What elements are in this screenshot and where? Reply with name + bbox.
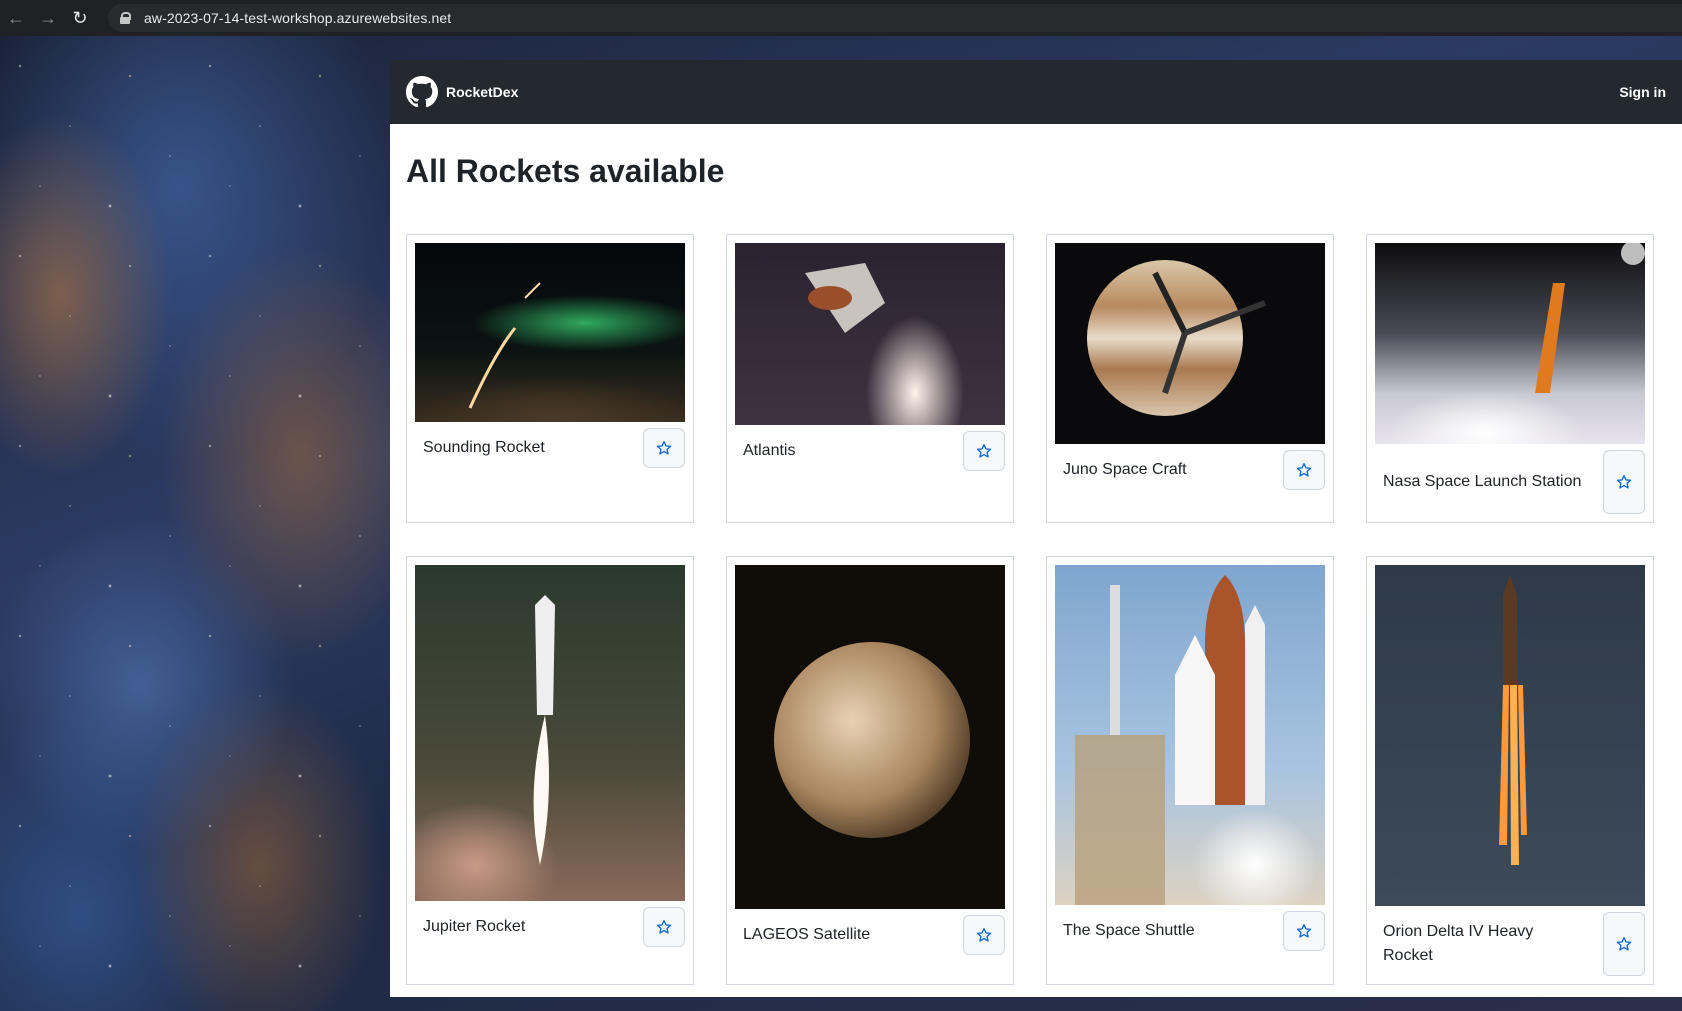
address-bar[interactable]: aw-2023-07-14-test-workshop.azurewebsite… xyxy=(108,4,1682,32)
star-outline-icon xyxy=(1616,937,1632,951)
rocket-image xyxy=(1055,243,1325,445)
lock-icon xyxy=(120,12,131,24)
rocket-card: Orion Delta IV Heavy Rocket xyxy=(1366,556,1654,986)
card-footer: Nasa Space Launch Station xyxy=(1375,444,1645,515)
forward-button[interactable]: → xyxy=(32,0,64,36)
launch-trail xyxy=(468,282,541,410)
favorite-button[interactable] xyxy=(1283,911,1325,952)
rocket-name: Jupiter Rocket xyxy=(423,918,526,936)
rocket-card: Jupiter Rocket xyxy=(406,556,694,986)
rocket-image xyxy=(415,565,685,902)
rocket-name: LAGEOS Satellite xyxy=(743,926,871,944)
rocket-name: Juno Space Craft xyxy=(1063,461,1187,479)
site-header: RocketDex Sign in xyxy=(390,60,1682,124)
reload-button[interactable]: ↻ xyxy=(64,0,96,36)
star-outline-icon xyxy=(976,444,992,458)
space-shuttle-illustration xyxy=(1075,575,1265,906)
rocket-grid: Sounding Rocket Atlantis Juno Space Craf… xyxy=(406,234,1666,986)
rocket-card: Sounding Rocket xyxy=(406,234,694,524)
brand[interactable]: RocketDex xyxy=(406,76,518,108)
rocket-name: The Space Shuttle xyxy=(1063,922,1195,940)
star-outline-icon xyxy=(1296,924,1312,938)
favorite-button[interactable] xyxy=(1603,450,1645,515)
card-footer: The Space Shuttle xyxy=(1055,905,1325,952)
rocket-image xyxy=(415,243,685,423)
url-text: aw-2023-07-14-test-workshop.azurewebsite… xyxy=(144,10,452,26)
star-outline-icon xyxy=(656,441,672,455)
arrow-left-icon: ← xyxy=(7,7,25,28)
sls-illustration xyxy=(1535,243,1645,394)
rocket-image xyxy=(1375,565,1645,907)
jupiter-illustration xyxy=(1087,260,1267,417)
jupiter-rocket-illustration xyxy=(533,595,555,866)
shuttle-illustration xyxy=(805,263,885,334)
star-outline-icon xyxy=(976,928,992,942)
favorite-button[interactable] xyxy=(963,915,1005,956)
rocket-card: The Space Shuttle xyxy=(1046,556,1334,986)
rocket-image xyxy=(735,565,1005,910)
favorite-button[interactable] xyxy=(643,428,685,469)
star-outline-icon xyxy=(1616,475,1632,489)
main-content: All Rockets available Sounding Rocket At… xyxy=(390,124,1682,986)
lageos-illustration xyxy=(774,642,970,839)
reload-icon: ↻ xyxy=(72,7,88,28)
rocket-name: Atlantis xyxy=(743,442,796,460)
card-footer: Atlantis xyxy=(735,425,1005,472)
delta-iv-illustration xyxy=(1499,575,1527,866)
github-icon xyxy=(406,76,438,108)
rocket-card: Nasa Space Launch Station xyxy=(1366,234,1654,524)
rocket-image xyxy=(1375,243,1645,445)
brand-name: RocketDex xyxy=(446,84,519,100)
arrow-right-icon: → xyxy=(39,7,57,28)
app-window: RocketDex Sign in All Rockets available … xyxy=(390,60,1682,997)
sign-in-link[interactable]: Sign in xyxy=(1619,84,1666,100)
rocket-name: Nasa Space Launch Station xyxy=(1383,473,1582,491)
card-footer: Jupiter Rocket xyxy=(415,901,685,948)
rocket-image xyxy=(1055,565,1325,906)
favorite-button[interactable] xyxy=(1603,912,1645,977)
star-outline-icon xyxy=(656,920,672,934)
browser-toolbar: ← → ↻ aw-2023-07-14-test-workshop.azurew… xyxy=(0,0,1682,36)
rocket-card: Atlantis xyxy=(726,234,1014,524)
card-footer: Juno Space Craft xyxy=(1055,444,1325,491)
rocket-card: LAGEOS Satellite xyxy=(726,556,1014,986)
favorite-button[interactable] xyxy=(643,907,685,948)
card-footer: Orion Delta IV Heavy Rocket xyxy=(1375,906,1645,977)
star-outline-icon xyxy=(1296,463,1312,477)
rocket-name: Sounding Rocket xyxy=(423,439,545,457)
back-button[interactable]: ← xyxy=(0,0,32,36)
card-footer: LAGEOS Satellite xyxy=(735,909,1005,956)
rocket-card: Juno Space Craft xyxy=(1046,234,1334,524)
rocket-image xyxy=(735,243,1005,426)
rocket-name: Orion Delta IV Heavy Rocket xyxy=(1383,923,1534,965)
page-title: All Rockets available xyxy=(406,153,725,189)
favorite-button[interactable] xyxy=(1283,450,1325,491)
card-footer: Sounding Rocket xyxy=(415,422,685,469)
favorite-button[interactable] xyxy=(963,431,1005,472)
